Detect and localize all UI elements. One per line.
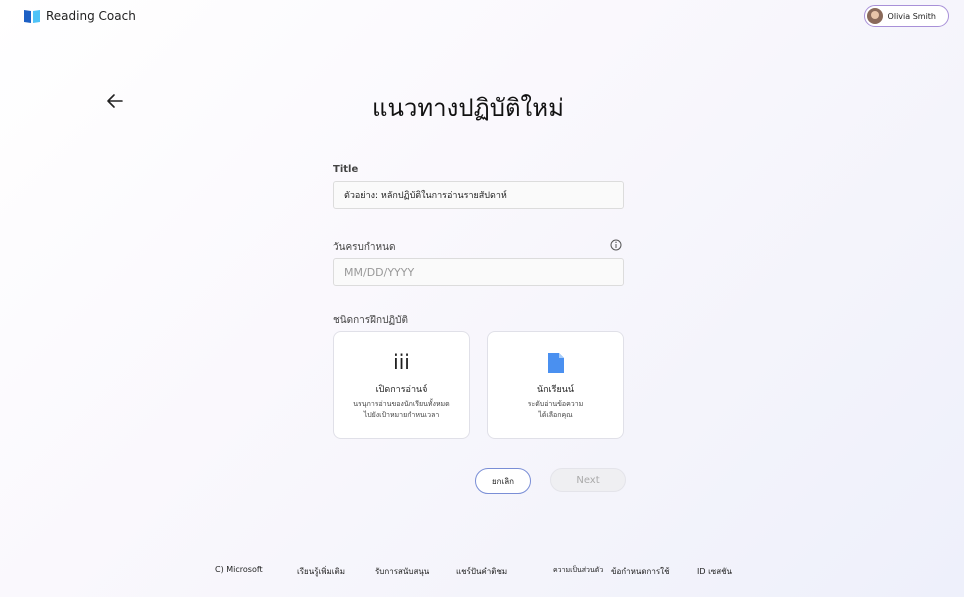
user-name: Olivia Smith <box>887 11 936 21</box>
session-id: ID เซสชัน <box>697 567 733 576</box>
cancel-button[interactable]: ยกเลิก <box>475 468 531 494</box>
footer-link-learn-more[interactable]: เรียนรู้เพิ่มเติม <box>297 565 345 578</box>
page-title: แนวทางปฏิบัติใหม่ <box>372 94 564 122</box>
card-title: เปิดการอ่านจ์ <box>375 385 428 395</box>
card-description: นรนุการอ่านของนักเรียนทั้งหมด ไปยังเป้าห… <box>353 400 450 419</box>
copyright: C) Microsoft <box>215 565 263 574</box>
card-description: ระดับอ่านข้อความ ได้เลือกคุณ <box>527 400 584 419</box>
due-date-input[interactable] <box>333 258 624 286</box>
due-date-label: วันครบกำหนด <box>333 242 396 253</box>
back-arrow-icon[interactable] <box>104 90 126 112</box>
profile-button[interactable]: Olivia Smith <box>863 5 949 27</box>
footer-link-feedback[interactable]: แชร์ปันคำติชม <box>456 565 507 578</box>
reading-coach-logo-icon <box>24 10 40 23</box>
document-icon <box>547 353 564 373</box>
footer-link-terms[interactable]: ข้อกำหนดการใช้ <box>611 565 670 578</box>
app-header: Reading Coach Olivia Smith <box>0 0 964 34</box>
title-input[interactable] <box>333 181 624 209</box>
practice-type-card-all[interactable]: iii เปิดการอ่านจ์ นรนุการอ่านของนักเรียน… <box>333 331 470 439</box>
practice-type-label: ชนิดการฝึกปฏิบัติ <box>333 315 408 326</box>
practice-type-card-student[interactable]: นักเรียนน์ ระดับอ่านข้อความ ได้เลือกคุณ <box>487 331 624 439</box>
next-button[interactable]: Next <box>550 468 626 492</box>
info-icon[interactable] <box>610 239 622 251</box>
reading-lines-icon: iii <box>393 350 410 374</box>
footer-link-support[interactable]: รับการสนับสนุน <box>375 565 429 578</box>
footer-link-privacy[interactable]: ความเป็นส่วนตัว <box>553 565 603 576</box>
footer: C) Microsoft เรียนรู้เพิ่มเติม รับการสนั… <box>0 565 964 581</box>
title-label: Title <box>333 164 359 175</box>
app-name: Reading Coach <box>46 9 136 23</box>
card-title: นักเรียนน์ <box>536 385 575 395</box>
avatar <box>866 8 883 24</box>
